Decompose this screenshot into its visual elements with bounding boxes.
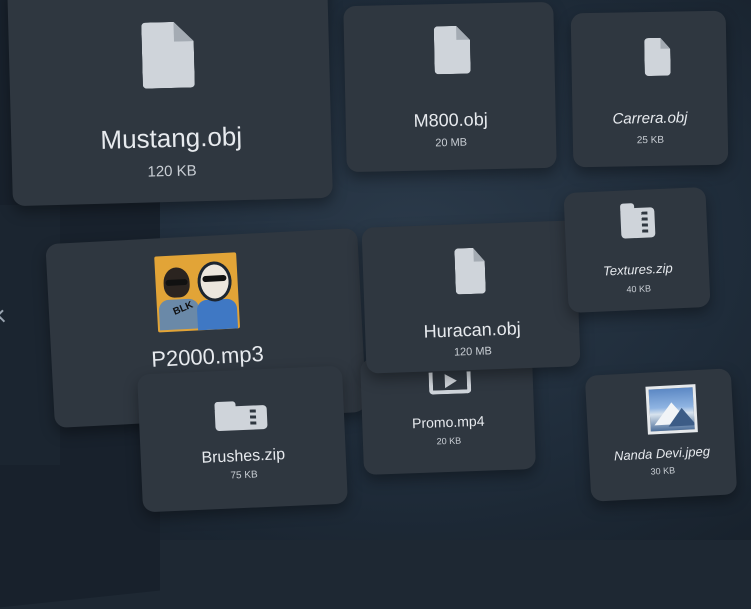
file-tile-huracan[interactable]: Huracan.obj 120 MB — [361, 220, 581, 374]
file-name: Nanda Devi.jpeg — [613, 443, 711, 464]
document-icon — [141, 21, 195, 88]
file-name: Promo.mp4 — [411, 412, 485, 432]
file-tile-nanda-devi[interactable]: Nanda Devi.jpeg 30 KB — [584, 368, 738, 502]
video-icon — [428, 371, 472, 395]
file-size: 20 KB — [436, 435, 462, 447]
photo-thumbnail — [645, 384, 698, 435]
file-tile-carrera[interactable]: Carrera.obj 25 KB — [570, 10, 729, 168]
file-name: M800.obj — [413, 109, 488, 131]
file-size: 40 KB — [626, 283, 652, 295]
file-size: 30 KB — [650, 465, 676, 477]
album-art-thumbnail: BLK — [154, 252, 241, 333]
document-icon — [644, 38, 671, 76]
file-name: Huracan.obj — [423, 318, 522, 342]
file-name: Carrera.obj — [612, 109, 688, 128]
file-size: 120 KB — [147, 162, 197, 181]
file-size: 120 MB — [453, 345, 493, 359]
file-name: Mustang.obj — [100, 121, 243, 155]
file-tile-brushes[interactable]: Brushes.zip 75 KB — [137, 365, 348, 513]
document-icon — [454, 248, 486, 295]
zip-folder-icon — [619, 203, 656, 239]
file-tile-textures[interactable]: Textures.zip 40 KB — [563, 186, 711, 314]
file-tile-m800[interactable]: M800.obj 20 MB — [343, 1, 557, 173]
file-tile-mustang[interactable]: Mustang.obj 120 KB — [7, 0, 333, 207]
file-name: Textures.zip — [602, 260, 673, 279]
file-size: 25 KB — [636, 134, 665, 147]
zip-folder-icon — [214, 401, 268, 432]
file-size: 20 MB — [435, 136, 468, 150]
file-grid: Mustang.obj 120 KB M800.obj 20 MB Carrer… — [0, 0, 751, 540]
document-icon — [434, 26, 471, 75]
